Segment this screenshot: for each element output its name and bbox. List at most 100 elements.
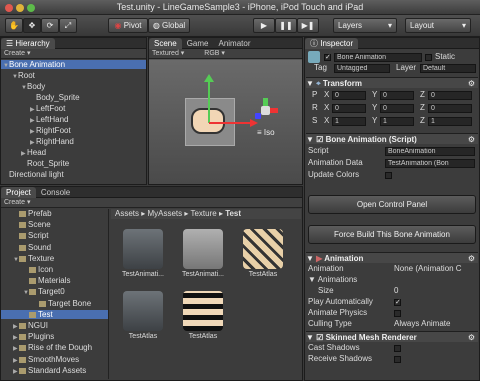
hierarchy-item[interactable]: ▶LeftFoot [1, 104, 146, 113]
gear-icon[interactable]: ⚙ [468, 332, 475, 343]
animation-data-field[interactable]: TestAnimation (Bon [385, 158, 475, 168]
asset-item[interactable]: TestAnimati... [175, 229, 231, 278]
animation-header[interactable]: ▼ ▶ Animation ⚙ [306, 252, 478, 263]
play-automatically-checkbox[interactable]: ✓ [394, 298, 401, 306]
z-field[interactable]: 0 [428, 103, 472, 113]
play-button[interactable]: ▶ [253, 18, 275, 33]
pivot-button[interactable]: ◉ Pivot [108, 18, 148, 33]
hierarchy-item[interactable]: ▼Bone Animation [1, 60, 146, 69]
layer-dropdown[interactable]: Default [420, 63, 476, 73]
project-folder-item[interactable]: Scene [1, 220, 108, 229]
hierarchy-item[interactable]: ▶RightHand [1, 137, 146, 146]
y-field[interactable]: 1 [380, 116, 414, 126]
z-field[interactable]: 0 [428, 90, 472, 100]
tab-hierarchy[interactable]: ☰ Hierarchy [1, 38, 55, 49]
skinned-mesh-header[interactable]: ▼ ☑ Skinned Mesh Renderer ⚙ [306, 331, 478, 342]
project-folder-item[interactable]: Target Bone [1, 299, 108, 308]
layout-dropdown[interactable]: Layout ▾ [405, 18, 471, 33]
rotate-tool-button[interactable]: ⟳ [41, 18, 59, 33]
open-control-panel-button[interactable]: Open Control Panel [308, 195, 476, 214]
scene-viewport[interactable]: ≡ Iso [149, 60, 302, 184]
zoom-window-button[interactable] [27, 4, 35, 12]
gear-icon[interactable]: ⚙ [468, 134, 475, 145]
update-colors-checkbox[interactable] [385, 171, 392, 179]
hierarchy-item[interactable]: Root_Sprite [1, 159, 146, 168]
animate-physics-checkbox[interactable] [394, 309, 401, 317]
project-folder-item[interactable]: Test [1, 309, 108, 319]
breadcrumb-item[interactable]: Assets [115, 209, 139, 218]
tab-scene[interactable]: Scene [149, 38, 182, 49]
expand-icon[interactable]: ▼ [308, 275, 316, 284]
asset-item[interactable]: TestAtlas [175, 291, 231, 340]
hierarchy-item[interactable]: ▶LeftHand [1, 115, 146, 124]
component-enabled-checkbox[interactable]: ☑ [316, 333, 323, 342]
render-mode-dropdown[interactable]: Textured [152, 50, 179, 57]
culling-type-dropdown[interactable]: Always Animate [394, 319, 450, 329]
asset-item[interactable]: TestAtlas [235, 229, 291, 278]
project-folder-item[interactable]: ▼ Target0 [1, 287, 108, 296]
minimize-window-button[interactable] [16, 4, 24, 12]
scale-tool-button[interactable]: ⤢ [59, 18, 77, 33]
y-field[interactable]: 0 [380, 103, 414, 113]
project-folder-item[interactable]: Prefab [1, 209, 108, 218]
hierarchy-item[interactable]: Directional light [1, 170, 146, 179]
gear-icon[interactable]: ⚙ [468, 253, 475, 264]
breadcrumb-item[interactable]: MyAssets [147, 209, 182, 218]
project-folder-item[interactable]: Script [1, 231, 108, 240]
force-build-button[interactable]: Force Build This Bone Animation [308, 225, 476, 244]
close-window-button[interactable] [5, 4, 13, 12]
static-checkbox[interactable] [425, 53, 432, 61]
x-field[interactable]: 1 [332, 116, 366, 126]
tab-console[interactable]: Console [36, 187, 75, 198]
hierarchy-item[interactable]: ▶Head [1, 148, 146, 157]
receive-shadows-checkbox[interactable] [394, 355, 401, 363]
project-folder-item[interactable]: ▶ NGUI [1, 321, 108, 330]
hand-tool-button[interactable]: ✋ [5, 18, 23, 33]
project-folder-item[interactable]: ▶ Rise of the Dough [1, 343, 108, 352]
global-button[interactable]: ◍ Global [148, 18, 190, 33]
y-axis-handle[interactable] [208, 78, 210, 123]
hierarchy-create-button[interactable]: Create [4, 50, 25, 57]
project-folder-item[interactable]: ▶ SmoothMoves [1, 355, 108, 364]
size-field[interactable]: 0 [394, 286, 398, 296]
asset-item[interactable]: TestAtlas [115, 291, 171, 340]
project-folder-item[interactable]: ▼ Texture [1, 254, 108, 263]
breadcrumb-item[interactable]: Texture [190, 209, 216, 218]
bone-animation-script-header[interactable]: ▼ ☑ Bone Animation (Script) ⚙ [306, 133, 478, 144]
z-field[interactable]: 1 [428, 116, 472, 126]
x-field[interactable]: 0 [332, 90, 366, 100]
gear-icon[interactable]: ⚙ [468, 78, 475, 89]
project-folder-item[interactable]: Icon [1, 265, 108, 274]
tab-project[interactable]: Project [1, 187, 36, 198]
hierarchy-item[interactable]: Body_Sprite [1, 93, 146, 102]
project-folder-item[interactable]: ▶ Standard Assets [1, 366, 108, 375]
step-button[interactable]: ▶❚ [297, 18, 319, 33]
layers-dropdown[interactable]: Layers ▾ [333, 18, 397, 33]
project-folder-item[interactable]: Sound [1, 243, 108, 252]
transform-header[interactable]: ▼ ⌖ Transform ⚙ [306, 77, 478, 88]
script-field[interactable]: BoneAnimation [385, 146, 475, 156]
x-field[interactable]: 0 [332, 103, 366, 113]
tag-dropdown[interactable]: Untagged [334, 63, 390, 73]
cast-shadows-checkbox[interactable] [394, 344, 401, 352]
asset-item[interactable]: TestAnimati... [115, 229, 171, 278]
orientation-gizmo[interactable] [253, 98, 279, 122]
tab-inspector[interactable]: ⓘ Inspector [305, 38, 359, 49]
animation-field[interactable]: None (Animation C [394, 264, 462, 274]
tab-animator[interactable]: Animator [213, 38, 255, 49]
pause-button[interactable]: ❚❚ [275, 18, 297, 33]
x-axis-handle[interactable] [209, 122, 251, 124]
component-enabled-checkbox[interactable]: ☑ [316, 135, 323, 144]
object-name-field[interactable]: Bone Animation [334, 52, 422, 62]
hierarchy-item[interactable]: ▼Root [1, 71, 146, 80]
hierarchy-item[interactable]: ▼Body [1, 82, 146, 91]
project-create-button[interactable]: Create [4, 199, 25, 206]
project-folder-item[interactable]: ▶ Plugins [1, 332, 108, 341]
project-folder-item[interactable]: Materials [1, 276, 108, 285]
active-checkbox[interactable]: ✓ [324, 53, 331, 61]
color-mode-dropdown[interactable]: RGB [204, 50, 219, 57]
y-field[interactable]: 0 [380, 90, 414, 100]
move-tool-button[interactable]: ✥ [23, 18, 41, 33]
breadcrumb-item[interactable]: Test [225, 209, 241, 218]
tab-game[interactable]: Game [182, 38, 214, 49]
